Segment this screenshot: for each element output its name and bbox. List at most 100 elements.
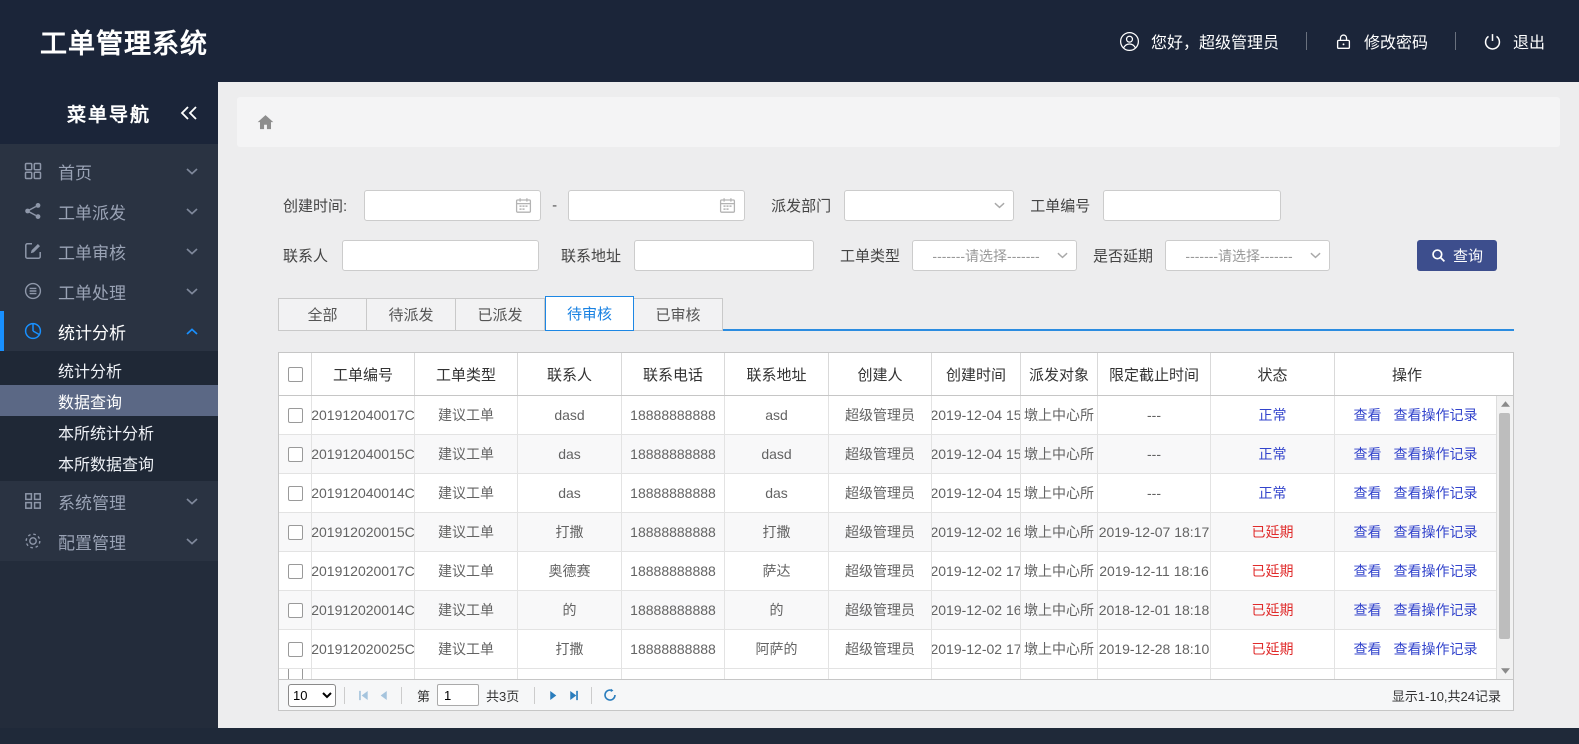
sidebar-item-home[interactable]: 首页	[0, 151, 218, 191]
cell-creator: 超级管理员	[829, 630, 932, 668]
sidebar-item-process[interactable]: 工单处理	[0, 271, 218, 311]
view-link[interactable]: 查看	[1354, 405, 1382, 425]
row-checkbox[interactable]	[287, 446, 303, 462]
collapse-sidebar-icon[interactable]	[180, 106, 198, 120]
share-icon	[24, 202, 42, 220]
search-button[interactable]: 查询	[1416, 240, 1497, 271]
column-header: 联系电话	[622, 353, 725, 395]
delay-select[interactable]: -------请选择-------	[1165, 240, 1331, 271]
tab-pending-review[interactable]: 待审核	[545, 296, 634, 331]
view-link[interactable]: 查看	[1354, 522, 1382, 542]
tab-label: 待审核	[566, 306, 612, 323]
view-log-link[interactable]: 查看操作记录	[1394, 444, 1478, 464]
cell-address: 的	[725, 591, 829, 629]
pager-divider	[344, 686, 345, 704]
page-number-input[interactable]	[437, 684, 480, 706]
sidebar-item-review[interactable]: 工单审核	[0, 231, 218, 271]
sidebar-subitem-stats-analysis[interactable]: 统计分析	[0, 354, 218, 385]
view-log-link[interactable]: 查看操作记录	[1394, 483, 1478, 503]
cell-creator	[829, 669, 932, 679]
view-link[interactable]: 查看	[1354, 639, 1382, 659]
row-checkbox[interactable]	[287, 641, 303, 657]
change-password-link[interactable]: 修改密码	[1334, 29, 1428, 53]
header-scrollbar-spacer	[1496, 353, 1513, 395]
order-no-input[interactable]	[1103, 190, 1282, 221]
view-link[interactable]: 查看	[1354, 561, 1382, 581]
view-log-link[interactable]: 查看操作记录	[1394, 600, 1478, 620]
calendar-icon[interactable]	[515, 197, 532, 214]
first-page-button[interactable]	[353, 684, 373, 706]
view-log-link[interactable]: 查看操作记录	[1394, 405, 1478, 425]
create-time-from-input[interactable]	[364, 190, 542, 221]
row-checkbox[interactable]	[287, 563, 303, 579]
view-log-link[interactable]: 查看操作记录	[1394, 639, 1478, 659]
last-page-button[interactable]	[563, 684, 583, 706]
cell-actions	[1335, 669, 1513, 679]
tab-pending-dispatch[interactable]: 待派发	[367, 298, 456, 331]
view-link[interactable]: 查看	[1354, 483, 1382, 503]
chevron-down-icon	[186, 497, 198, 505]
cell-order-no: 201912040014C	[312, 474, 415, 512]
order-type-select[interactable]: -------请选择-------	[912, 240, 1078, 271]
scroll-down-icon[interactable]	[1497, 668, 1513, 674]
tab-dispatched[interactable]: 已派发	[456, 298, 545, 331]
cell-order-no	[312, 669, 415, 679]
power-icon	[1483, 32, 1502, 51]
logout-link[interactable]: 退出	[1483, 29, 1545, 53]
cell-address	[725, 669, 829, 679]
row-checkbox[interactable]	[287, 669, 303, 679]
user-greeting[interactable]: 您好，超级管理员	[1119, 29, 1279, 53]
next-page-button[interactable]	[543, 684, 563, 706]
row-checkbox[interactable]	[287, 602, 303, 618]
view-link[interactable]: 查看	[1354, 600, 1382, 620]
cell-creator: 超级管理员	[829, 513, 932, 551]
cell-contact: dasd	[518, 396, 622, 434]
prev-page-button[interactable]	[373, 684, 393, 706]
sidebar-subitem-branch-data-query[interactable]: 本所数据查询	[0, 447, 218, 478]
create-time-to-input[interactable]	[568, 190, 746, 221]
sidebar-item-label: 配置管理	[58, 533, 126, 553]
sidebar-subitem-branch-stats[interactable]: 本所统计分析	[0, 416, 218, 447]
sidebar-item-stats[interactable]: 统计分析	[0, 311, 218, 351]
gear-icon	[24, 532, 42, 550]
tab-all[interactable]: 全部	[278, 298, 367, 331]
sidebar-subitem-data-query[interactable]: 数据查询	[0, 385, 218, 416]
row-checkbox[interactable]	[287, 524, 303, 540]
view-log-link[interactable]: 查看操作记录	[1394, 561, 1478, 581]
address-input[interactable]	[634, 240, 815, 271]
sidebar-item-system[interactable]: 系统管理	[0, 481, 218, 521]
cell-checkbox	[279, 513, 312, 551]
sidebar-item-config[interactable]: 配置管理	[0, 521, 218, 561]
view-link[interactable]: 查看	[1354, 444, 1382, 464]
status-badge: 已延期	[1251, 563, 1294, 579]
cell-order-type: 建议工单	[415, 474, 518, 512]
scroll-up-icon[interactable]	[1497, 401, 1513, 407]
cell-dispatch-target: 墩上中心所	[1021, 513, 1098, 551]
row-checkbox[interactable]	[287, 407, 303, 423]
row-checkbox[interactable]	[287, 485, 303, 501]
chevron-down-icon	[186, 537, 198, 545]
column-header: 工单类型	[415, 353, 518, 395]
page-size-select[interactable]: 10	[288, 683, 336, 707]
cell-contact: 奥德赛	[518, 552, 622, 590]
home-icon[interactable]	[256, 113, 275, 132]
dispatch-dept-select[interactable]	[844, 190, 1015, 221]
cell-contact: 打撒	[518, 513, 622, 551]
sidebar-item-dispatch[interactable]: 工单派发	[0, 191, 218, 231]
cell-contact: 的	[518, 591, 622, 629]
contact-input[interactable]	[342, 240, 540, 271]
cell-dispatch-target: 墩上中心所	[1021, 474, 1098, 512]
chevron-down-icon	[1310, 252, 1321, 259]
refresh-icon[interactable]	[600, 684, 620, 706]
select-all-checkbox[interactable]	[287, 366, 303, 382]
view-log-link[interactable]: 查看操作记录	[1394, 522, 1478, 542]
chevron-down-icon	[186, 287, 198, 295]
cell-created-time	[932, 669, 1021, 679]
dispatch-dept-label: 派发部门	[771, 198, 832, 215]
tab-reviewed[interactable]: 已审核	[634, 298, 723, 331]
scrollbar-thumb[interactable]	[1499, 413, 1510, 639]
calendar-icon[interactable]	[719, 197, 736, 214]
top-header: 工单管理系统 您好，超级管理员 修改密码 退出	[0, 0, 1579, 82]
cell-checkbox	[279, 552, 312, 590]
table-scrollbar[interactable]	[1496, 396, 1513, 679]
